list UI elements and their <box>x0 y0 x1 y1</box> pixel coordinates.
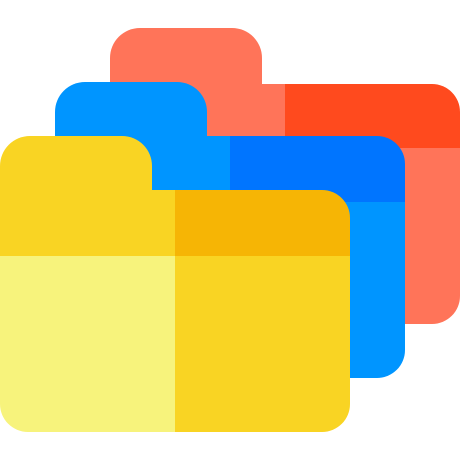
front-folder-top-right <box>175 190 350 256</box>
middle-folder-tab <box>55 82 207 136</box>
back-folder-tab <box>110 28 262 84</box>
front-folder-body-right <box>175 256 350 432</box>
stacked-folders-icon <box>0 0 460 460</box>
front-folder-body-left <box>0 256 175 432</box>
front-folder-top-left <box>0 190 175 256</box>
front-folder-tab <box>0 136 152 190</box>
folders-illustration <box>0 28 460 432</box>
